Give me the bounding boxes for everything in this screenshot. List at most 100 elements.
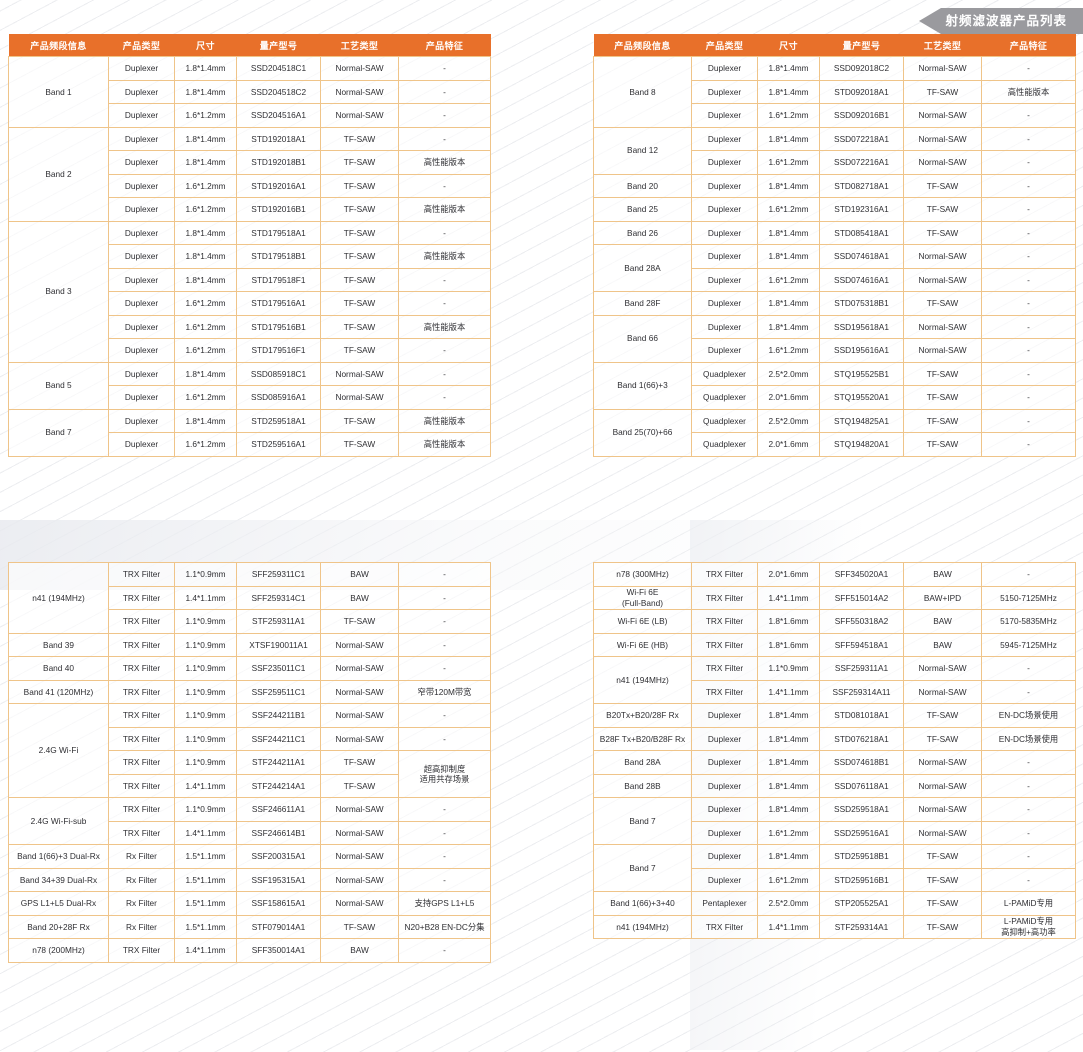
size-cell: 1.8*1.4mm: [758, 127, 820, 151]
feature-cell: -: [399, 57, 491, 81]
part-number-cell: SSD195618A1: [820, 315, 904, 339]
product-type-cell: TRX Filter: [692, 680, 758, 704]
product-type-cell: TRX Filter: [692, 633, 758, 657]
band-cell: n41 (194MHz): [594, 657, 692, 704]
feature-cell: -: [982, 868, 1076, 892]
size-cell: 2.0*1.6mm: [758, 433, 820, 457]
product-type-cell: Duplexer: [692, 845, 758, 869]
feature-cell: -: [982, 845, 1076, 869]
product-type-cell: TRX Filter: [109, 774, 175, 798]
size-cell: 2.5*2.0mm: [758, 362, 820, 386]
product-type-cell: TRX Filter: [109, 586, 175, 610]
size-cell: 1.8*1.4mm: [758, 727, 820, 751]
part-number-cell: STF259314A1: [820, 915, 904, 939]
process-type-cell: TF-SAW: [904, 915, 982, 939]
band-cell: Band 25: [594, 198, 692, 222]
part-number-cell: STQ194825A1: [820, 409, 904, 433]
process-type-cell: TF-SAW: [321, 774, 399, 798]
feature-cell: -: [399, 727, 491, 751]
table-row: Band 20+28F RxRx Filter1.5*1.1mmSTF07901…: [9, 915, 491, 939]
process-type-cell: TF-SAW: [904, 292, 982, 316]
product-type-cell: Duplexer: [109, 221, 175, 245]
feature-cell: -: [399, 268, 491, 292]
process-type-cell: TF-SAW: [321, 433, 399, 457]
part-number-cell: STD179518A1: [237, 221, 321, 245]
part-number-cell: SSD074618A1: [820, 245, 904, 269]
product-type-cell: Duplexer: [692, 57, 758, 81]
product-type-cell: TRX Filter: [692, 563, 758, 587]
table-header: 产品频段信息产品类型尺寸量产型号工艺类型产品特征: [594, 34, 1076, 57]
band-cell: Band 25(70)+66: [594, 409, 692, 456]
size-cell: 1.8*1.4mm: [175, 362, 237, 386]
part-number-cell: STQ195520A1: [820, 386, 904, 410]
size-cell: 1.8*1.4mm: [758, 845, 820, 869]
band-cell: Wi-Fi 6E(Full-Band): [594, 586, 692, 610]
size-cell: 1.8*1.4mm: [175, 127, 237, 151]
table-block-bottom-right: n78 (300MHz)TRX Filter2.0*1.6mmSFF345020…: [593, 562, 1075, 939]
feature-cell: -: [399, 868, 491, 892]
part-number-cell: STD092018A1: [820, 80, 904, 104]
process-type-cell: Normal-SAW: [321, 57, 399, 81]
process-type-cell: TF-SAW: [321, 610, 399, 634]
part-number-cell: XTSF190011A1: [237, 633, 321, 657]
table-row: n41 (194MHz)TRX Filter1.1*0.9mmSSF259311…: [594, 657, 1076, 681]
product-type-cell: Duplexer: [109, 409, 175, 433]
table-row: Band 7Duplexer1.8*1.4mmSTD259518A1TF-SAW…: [9, 409, 491, 433]
size-cell: 1.4*1.1mm: [175, 821, 237, 845]
column-header-1: 产品类型: [109, 34, 175, 57]
size-cell: 1.6*1.2mm: [175, 292, 237, 316]
part-number-cell: STD192016A1: [237, 174, 321, 198]
part-number-cell: STF259311A1: [237, 610, 321, 634]
size-cell: 1.8*1.6mm: [758, 610, 820, 634]
size-cell: 1.8*1.4mm: [758, 245, 820, 269]
band-cell: GPS L1+L5 Dual-Rx: [9, 892, 109, 916]
part-number-cell: SSF259311A1: [820, 657, 904, 681]
feature-cell: -: [982, 127, 1076, 151]
table-body: Band 1Duplexer1.8*1.4mmSSD204518C1Normal…: [9, 57, 491, 457]
process-type-cell: TF-SAW: [321, 409, 399, 433]
process-type-cell: Normal-SAW: [904, 751, 982, 775]
size-cell: 1.1*0.9mm: [175, 680, 237, 704]
band-cell: Band 1: [9, 57, 109, 128]
part-number-cell: SSF246611A1: [237, 798, 321, 822]
process-type-cell: Normal-SAW: [321, 798, 399, 822]
part-number-cell: STD076218A1: [820, 727, 904, 751]
product-type-cell: Duplexer: [692, 868, 758, 892]
band-cell: Band 28F: [594, 292, 692, 316]
part-number-cell: STD085418A1: [820, 221, 904, 245]
band-cell: Band 7: [9, 409, 109, 456]
size-cell: 1.6*1.2mm: [758, 339, 820, 363]
part-number-cell: SSD204518C1: [237, 57, 321, 81]
size-cell: 1.1*0.9mm: [175, 751, 237, 775]
size-cell: 1.8*1.4mm: [175, 151, 237, 175]
product-type-cell: Duplexer: [692, 127, 758, 151]
table-row: Wi-Fi 6E (LB)TRX Filter1.8*1.6mmSFF55031…: [594, 610, 1076, 634]
band-cell: Band 34+39 Dual-Rx: [9, 868, 109, 892]
table-body: n78 (300MHz)TRX Filter2.0*1.6mmSFF345020…: [594, 563, 1076, 939]
table-row: n41 (194MHz)TRX Filter1.4*1.1mmSTF259314…: [594, 915, 1076, 939]
header-row: 产品频段信息产品类型尺寸量产型号工艺类型产品特征: [594, 34, 1076, 57]
table-row: 2.4G Wi-FiTRX Filter1.1*0.9mmSSF244211B1…: [9, 704, 491, 728]
product-type-cell: TRX Filter: [109, 657, 175, 681]
filter-product-table: 产品频段信息产品类型尺寸量产型号工艺类型产品特征 Band 1Duplexer1…: [8, 34, 491, 457]
part-number-cell: SFF259314C1: [237, 586, 321, 610]
table-row: n78 (200MHz)TRX Filter1.4*1.1mmSFF350014…: [9, 939, 491, 963]
process-type-cell: Normal-SAW: [321, 386, 399, 410]
band-cell: Band 28A: [594, 245, 692, 292]
product-type-cell: Duplexer: [692, 221, 758, 245]
size-cell: 1.6*1.2mm: [758, 104, 820, 128]
part-number-cell: SSD092016B1: [820, 104, 904, 128]
size-cell: 1.4*1.1mm: [758, 586, 820, 610]
process-type-cell: TF-SAW: [904, 174, 982, 198]
process-type-cell: Normal-SAW: [321, 704, 399, 728]
process-type-cell: TF-SAW: [321, 127, 399, 151]
part-number-cell: SSD195616A1: [820, 339, 904, 363]
size-cell: 1.6*1.2mm: [175, 386, 237, 410]
product-type-cell: Duplexer: [109, 292, 175, 316]
feature-cell: -: [399, 127, 491, 151]
process-type-cell: TF-SAW: [321, 245, 399, 269]
size-cell: 2.5*2.0mm: [758, 409, 820, 433]
product-type-cell: Duplexer: [109, 57, 175, 81]
process-type-cell: Normal-SAW: [321, 892, 399, 916]
table-row: Band 41 (120MHz)TRX Filter1.1*0.9mmSSF25…: [9, 680, 491, 704]
